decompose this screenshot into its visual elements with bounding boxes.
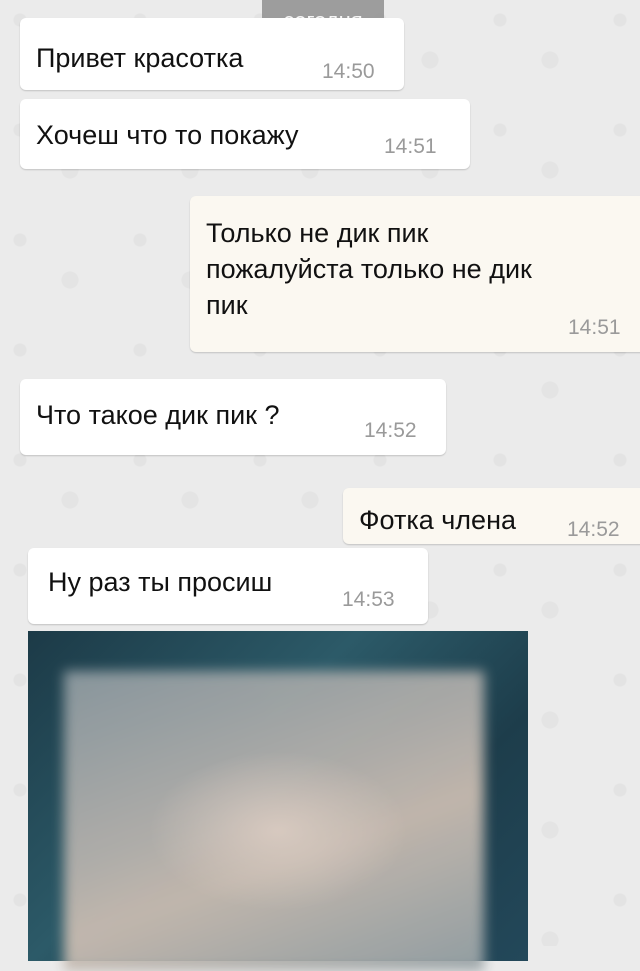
photo-highlight (148, 751, 408, 911)
message-time: 14:51 (384, 135, 437, 158)
message-time: 14:51 (568, 316, 621, 339)
message-bubble-incoming[interactable]: Привет красотка 14:50 (20, 18, 404, 90)
message-time: 14:52 (567, 518, 620, 541)
message-bubble-outgoing[interactable]: Только не дик пик пожалуйста только не д… (190, 196, 640, 352)
message-text: Только не дик пик пожалуйста только не д… (206, 218, 532, 320)
message-text: Фотка члена (359, 505, 517, 535)
message-time: 14:53 (342, 588, 395, 611)
message-time: 14:50 (322, 60, 375, 83)
message-bubble-incoming[interactable]: Хочеш что то покажу 14:51 (20, 99, 470, 169)
message-text: Хочеш что то покажу (36, 120, 299, 150)
message-bubble-incoming[interactable]: Что такое дик пик ? 14:52 (20, 379, 446, 455)
message-text: Ну раз ты просиш (48, 567, 273, 597)
message-bubble-outgoing[interactable]: Фотка члена 14:52 (343, 488, 640, 544)
message-text: Что такое дик пик ? (36, 400, 280, 430)
message-time: 14:52 (364, 419, 417, 442)
message-text: Привет красотка (36, 43, 244, 73)
message-bubble-incoming[interactable]: Ну раз ты просиш 14:53 (28, 548, 428, 624)
image-message[interactable] (28, 631, 528, 971)
